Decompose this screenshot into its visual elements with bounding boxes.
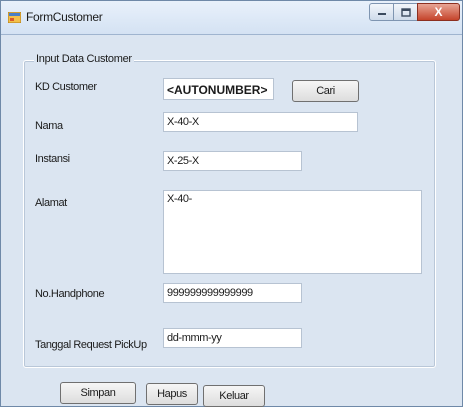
minimize-button[interactable]	[369, 3, 394, 21]
close-icon: X	[434, 5, 443, 19]
alamat-field[interactable]: X-40-	[163, 190, 422, 274]
tanggal-field[interactable]	[163, 328, 302, 348]
form-window: FormCustomer X Input Data Customer KD Cu…	[0, 0, 463, 407]
kd-customer-field[interactable]	[163, 78, 274, 100]
cari-button[interactable]: Cari	[292, 80, 359, 102]
simpan-button[interactable]: Simpan	[60, 382, 136, 404]
nama-label: Nama	[35, 120, 63, 132]
tanggal-label: Tanggal Request PickUp	[35, 339, 147, 351]
instansi-label: Instansi	[35, 153, 70, 165]
handphone-field[interactable]	[163, 283, 302, 303]
window-title: FormCustomer	[26, 10, 103, 24]
keluar-button[interactable]: Keluar	[203, 385, 265, 407]
maximize-button[interactable]	[393, 3, 418, 21]
instansi-field[interactable]	[163, 151, 302, 171]
hapus-button[interactable]: Hapus	[146, 383, 198, 405]
handphone-label: No.Handphone	[35, 288, 105, 300]
groupbox-label: Input Data Customer	[34, 53, 134, 65]
minimize-icon	[377, 13, 386, 15]
form-app-icon	[8, 12, 21, 23]
alamat-label: Alamat	[35, 197, 67, 209]
close-button[interactable]: X	[417, 3, 460, 21]
nama-field[interactable]	[163, 112, 358, 132]
title-bar[interactable]: FormCustomer X	[1, 1, 462, 35]
maximize-icon	[400, 7, 411, 17]
kd-customer-label: KD Customer	[35, 81, 97, 93]
